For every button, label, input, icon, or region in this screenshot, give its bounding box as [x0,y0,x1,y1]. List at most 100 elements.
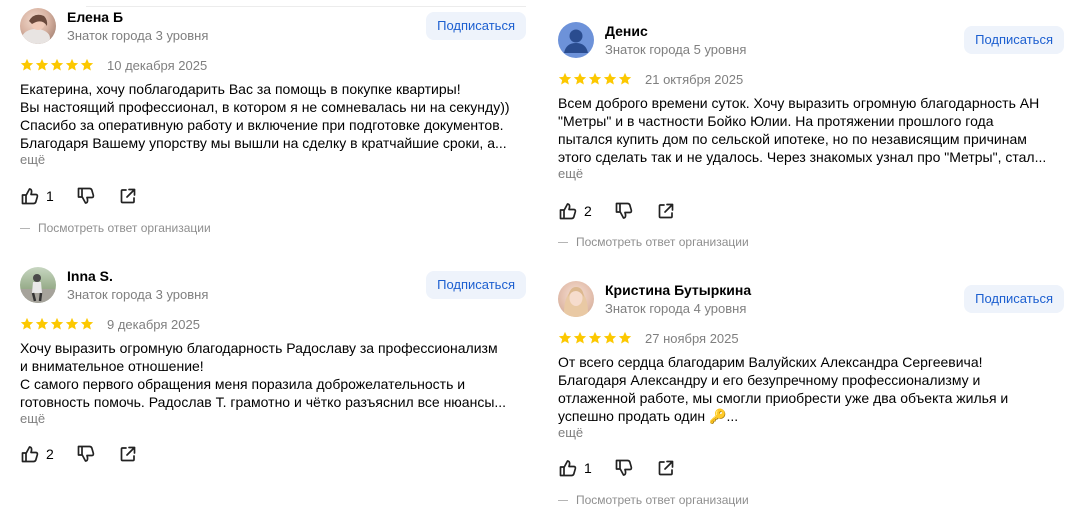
org-answer-label: Посмотреть ответ организации [576,493,749,507]
subscribe-button[interactable]: Подписаться [964,26,1064,54]
review-text-line: "Метры" и в частности Бойко Юлии. На про… [558,113,994,129]
subscribe-button[interactable]: Подписаться [964,285,1064,313]
default-user-avatar-icon [564,29,588,53]
review-card: Елена Б Знаток города 3 уровня Подписать… [20,6,526,240]
avatar[interactable] [558,22,594,58]
share-button[interactable] [118,444,138,464]
review-text-line: готовность помочь. Радослав Т. грамотно … [20,394,507,410]
review-text-line: Екатерина, хочу поблагодарить Вас за пом… [20,81,461,97]
star-rating [558,331,632,345]
dislike-button[interactable] [76,186,96,206]
review-text-line: отлаженной работе, мы смогли приобрести … [558,390,1009,406]
divider [86,6,526,7]
like-count: 1 [584,460,592,476]
review-card: Inna S. Знаток города 3 уровня Подписать… [20,267,526,467]
star-icon [35,58,49,71]
like-button[interactable]: 1 [20,186,54,206]
review-text-line: и внимательное отношение! [20,358,204,374]
dislike-button[interactable] [76,444,96,464]
share-icon [120,188,136,204]
share-button[interactable] [656,458,676,478]
star-icon [573,331,587,344]
review-date: 10 декабря 2025 [107,57,208,73]
photo-avatar-icon [20,274,56,303]
review-actions: 2 [20,444,138,464]
avatar[interactable] [20,8,56,44]
author-name[interactable]: Кристина Бутыркина [605,282,751,298]
review-actions: 1 [558,458,676,478]
show-more-link[interactable]: ещё [20,411,45,426]
thumbs-down-icon [77,187,95,204]
org-answer-link[interactable]: Посмотреть ответ организации [558,235,749,249]
show-more-link[interactable]: ещё [20,152,45,167]
star-icon [20,317,34,330]
star-icon [80,58,94,71]
star-rating [558,72,632,86]
review-text-line: Спасибо за оперативную работу и включени… [20,117,504,133]
share-button[interactable] [118,186,138,206]
review-card: Денис Знаток города 5 уровня Подписаться… [558,22,1064,254]
author-level: Знаток города 3 уровня [67,287,209,302]
dash [558,499,568,501]
review-text-line: От всего сердца благодарим Валуйских Але… [558,354,983,370]
star-icon [603,72,617,85]
avatar[interactable] [20,267,56,303]
review-date: 9 декабря 2025 [107,316,200,332]
review-actions: 2 [558,201,676,221]
star-icon [50,58,64,71]
review-text-line: Хочу выразить огромную благодарность Рад… [20,340,498,356]
author-level: Знаток города 4 уровня [605,301,747,316]
review-text-line: Благодаря Александру и его безупречному … [558,372,981,388]
thumbs-down-icon [77,445,95,462]
star-icon [588,72,602,85]
rating: 10 декабря 2025 [20,57,207,73]
like-count: 2 [584,203,592,219]
like-count: 1 [46,188,54,204]
author-name[interactable]: Inna S. [67,268,113,284]
dislike-button[interactable] [614,458,634,478]
thumbs-up-icon [21,188,39,205]
show-more-link[interactable]: ещё [558,166,583,181]
review-text-line: Благодаря Вашему упорству мы вышли на сд… [20,135,507,151]
like-button[interactable]: 2 [20,444,54,464]
dislike-button[interactable] [614,201,634,221]
rating: 21 октября 2025 [558,71,743,87]
rating: 27 ноября 2025 [558,330,739,346]
star-icon [558,72,572,85]
star-icon [603,331,617,344]
photo-avatar-icon [563,287,589,317]
share-button[interactable] [656,201,676,221]
star-icon [65,58,79,71]
star-rating [20,58,94,72]
review-card: Кристина Бутыркина Знаток города 4 уровн… [558,281,1064,513]
subscribe-button[interactable]: Подписаться [426,271,526,299]
review-date: 21 октября 2025 [645,71,744,87]
show-more-link[interactable]: ещё [558,425,583,440]
author-level: Знаток города 5 уровня [605,42,747,57]
dash [20,227,30,229]
like-button[interactable]: 1 [558,458,592,478]
avatar[interactable] [558,281,594,317]
like-button[interactable]: 2 [558,201,592,221]
org-answer-link[interactable]: Посмотреть ответ организации [20,221,211,235]
star-icon [618,72,632,85]
share-icon [658,460,674,476]
thumbs-down-icon [615,202,633,219]
thumbs-up-icon [559,203,577,220]
review-text: Хочу выразить огромную благодарность Рад… [20,339,526,411]
author-name[interactable]: Елена Б [67,9,123,25]
thumbs-up-icon [21,446,39,463]
org-answer-label: Посмотреть ответ организации [576,235,749,249]
review-date: 27 ноября 2025 [645,330,739,346]
review-text-line: Вы настоящий профессионал, в котором я н… [20,99,510,115]
review-text: Екатерина, хочу поблагодарить Вас за пом… [20,80,526,152]
dash [558,241,568,243]
org-answer-link[interactable]: Посмотреть ответ организации [558,493,749,507]
thumbs-up-icon [559,460,577,477]
review-text-line: этого сделать так и не удалось. Через зн… [558,149,1047,165]
star-icon [65,317,79,330]
rating: 9 декабря 2025 [20,316,200,332]
like-count: 2 [46,446,54,462]
subscribe-button[interactable]: Подписаться [426,12,526,40]
author-name[interactable]: Денис [605,23,648,39]
